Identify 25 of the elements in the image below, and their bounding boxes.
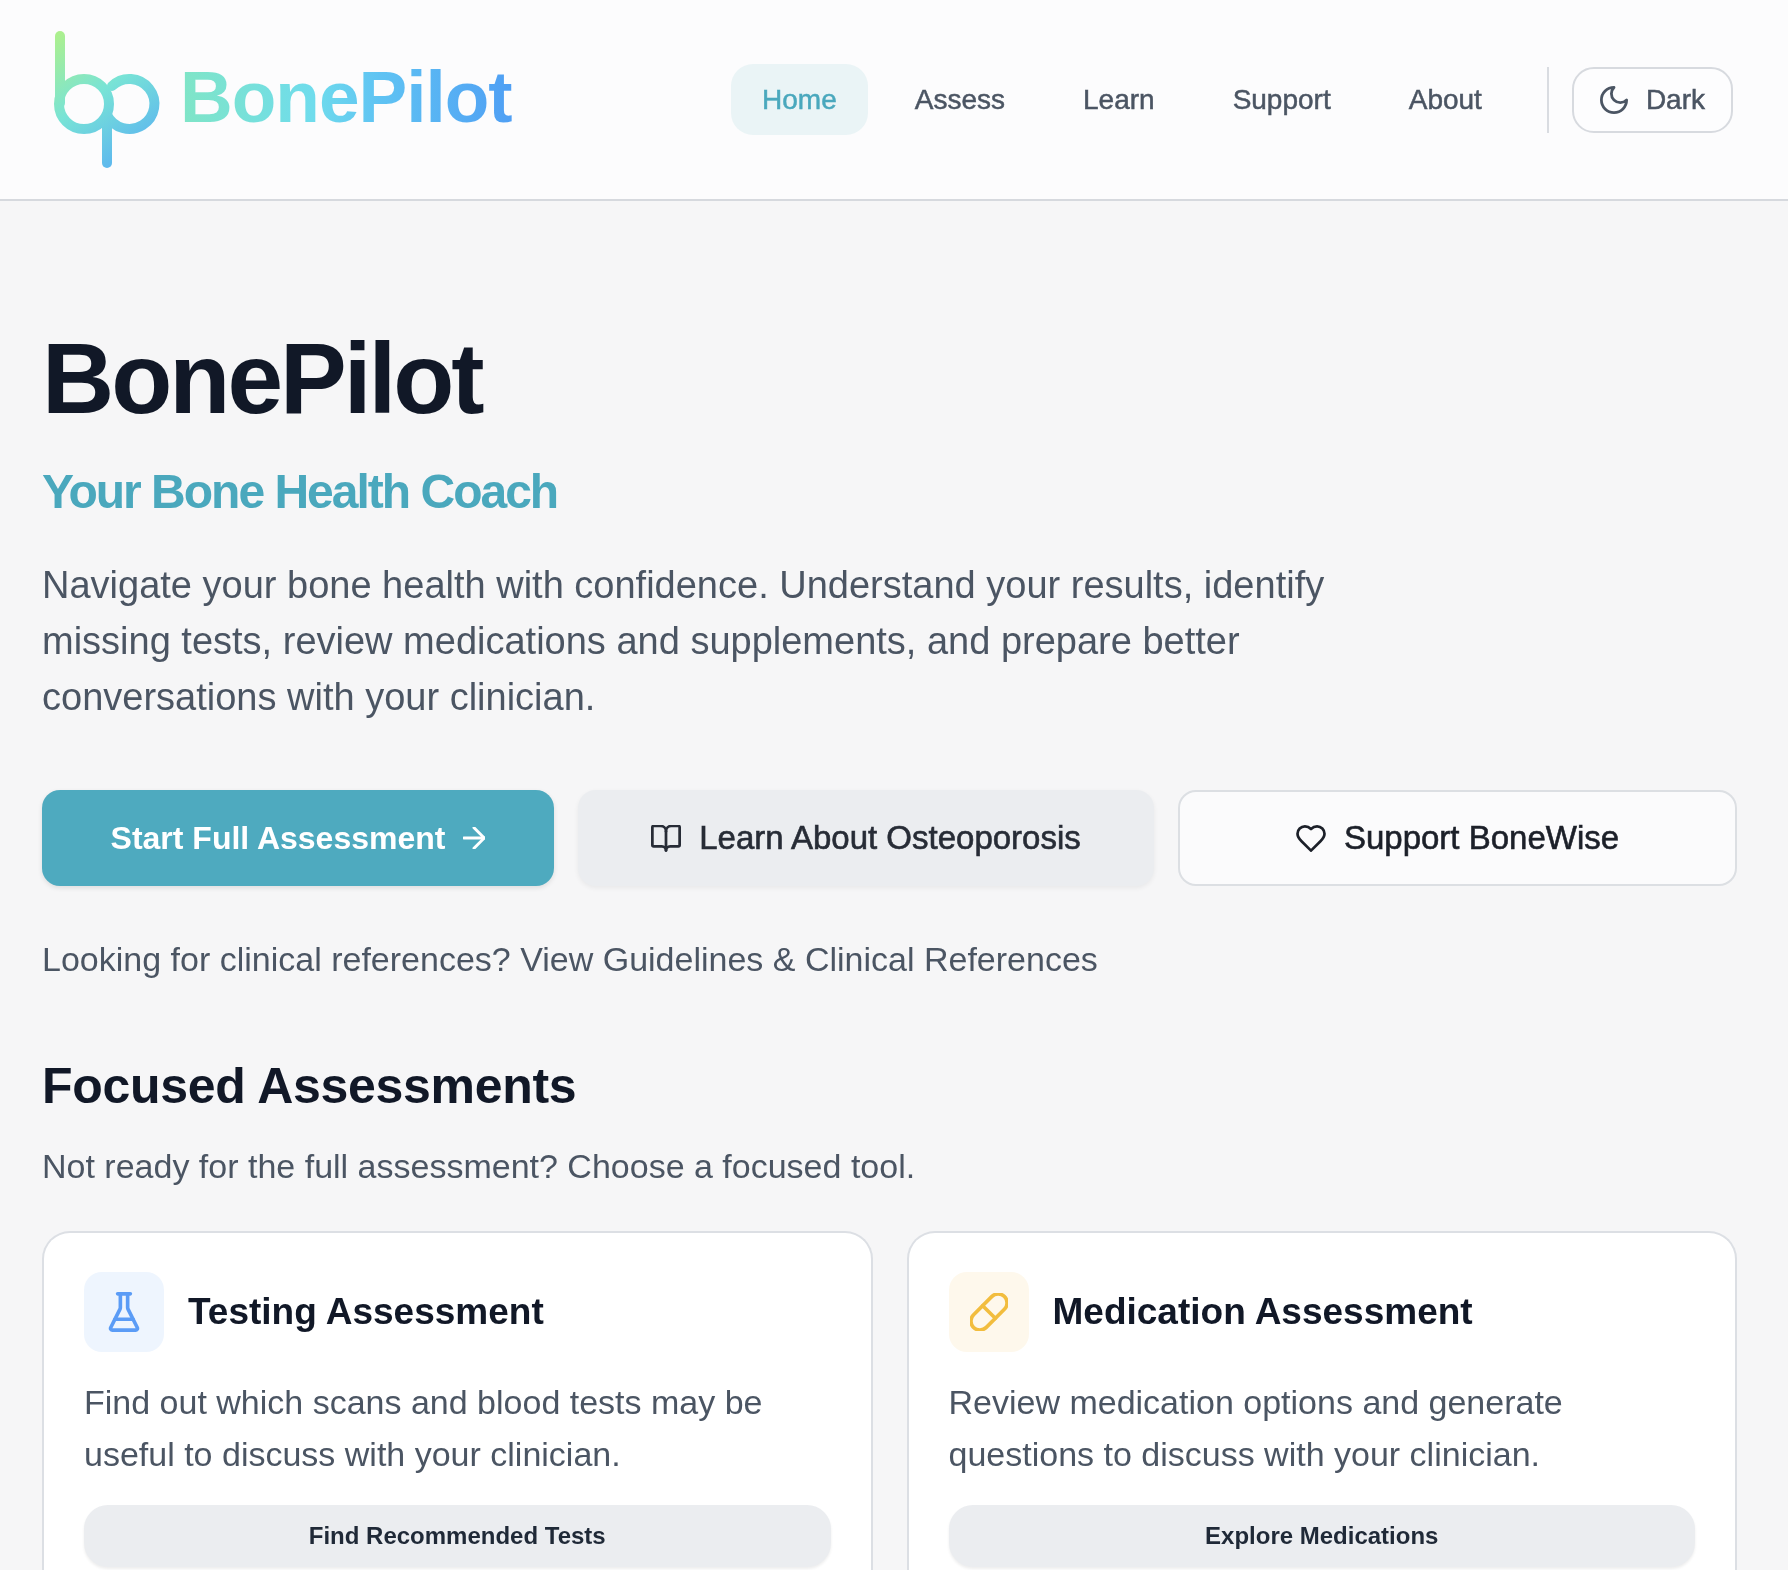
book-icon (651, 824, 682, 852)
section-subtitle: Not ready for the full assessment? Choose a focused tool. (42, 1146, 917, 1187)
nav-tab[interactable]: Assess (883, 64, 1036, 135)
heart-icon (1295, 824, 1326, 852)
card-action-button[interactable]: Find Recommended Tests (84, 1505, 831, 1567)
section-title: Focused Assessments (42, 1057, 578, 1115)
card-description: Review medication options and generate questions to discuss with your clinician. (948, 1382, 1564, 1475)
pill-icon (948, 1272, 1029, 1352)
card-description: Find out which scans and blood tests may be useful to discuss with your clinician. (84, 1382, 764, 1475)
hero-subtitle: Your Bone Health Coach (42, 464, 559, 520)
card-action-button[interactable]: Explore Medications (948, 1505, 1695, 1567)
theme-toggle-button[interactable]: Dark (1571, 66, 1733, 133)
nav-tab[interactable]: Support (1201, 64, 1362, 135)
outline-action-button[interactable]: Support BoneWise (1178, 790, 1737, 886)
secondary-action-button[interactable]: Learn About Osteoporosis (578, 790, 1154, 886)
hero-description: Navigate your bone health with confidence. Understand your results, identify missing tests, review medications and supplements, and prepare better conversations with your clinician. (42, 563, 1326, 720)
card-title: Medication Assessment (1052, 1290, 1473, 1334)
moon-icon (1599, 85, 1628, 114)
nav-tab[interactable]: About (1377, 64, 1513, 135)
references-link[interactable]: View Guidelines & Clinical References (520, 940, 1098, 978)
nav-tab[interactable]: Learn (1052, 64, 1186, 135)
flask-icon (84, 1272, 164, 1352)
card-title: Testing Assessment (188, 1290, 544, 1334)
hero-title: BonePilot (42, 323, 484, 433)
references-text: Looking for clinical references? View Guidelines & Clinical References (42, 939, 1099, 980)
